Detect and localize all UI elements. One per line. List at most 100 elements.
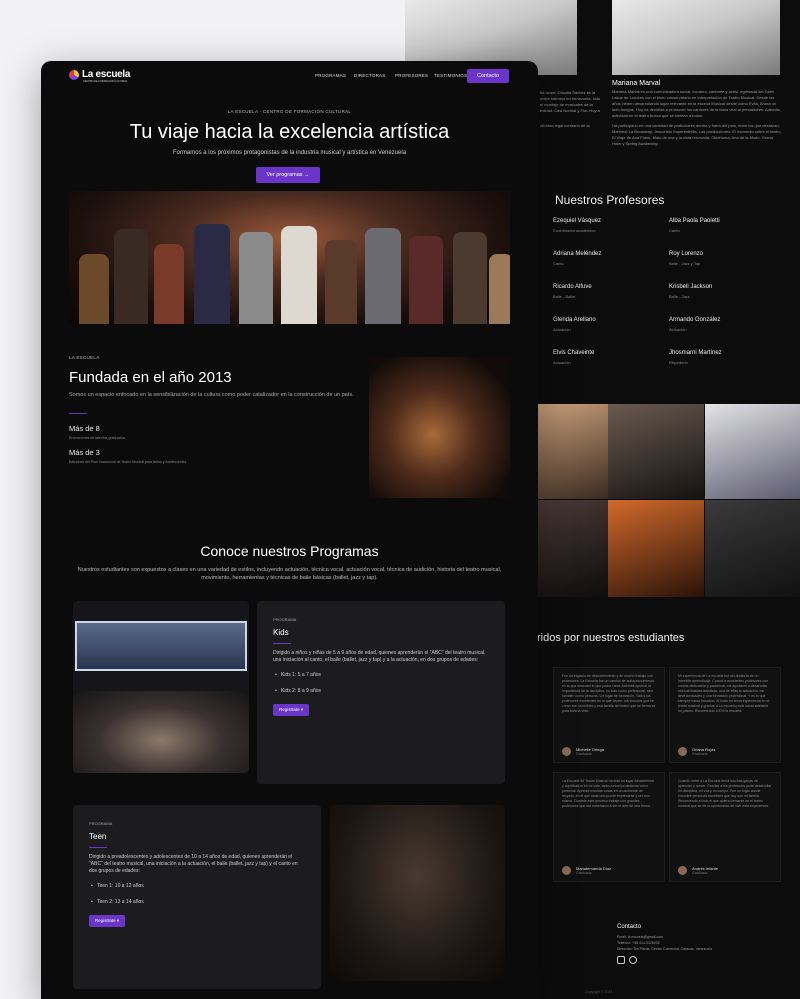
- contact-button[interactable]: Contacto: [467, 69, 509, 83]
- divider: [69, 413, 87, 414]
- founded-text: Somos un espacio enfocado en la sensibil…: [69, 392, 354, 398]
- testimonial-card: Cuando entré a La Escuela tenía muchas g…: [669, 772, 781, 882]
- avatar: [562, 747, 571, 756]
- bio-photo-right: [612, 0, 780, 75]
- contact-title: Contacto: [617, 924, 642, 930]
- nav-item-programas[interactable]: PROGRAMAS: [315, 73, 346, 78]
- testimonial-role: Graduado: [692, 871, 708, 875]
- card-title: Kids: [273, 628, 289, 637]
- testimonial-role: Graduada: [576, 871, 592, 875]
- teacher-name: Alba Paola Paoletti: [669, 218, 720, 224]
- teacher-item: Roy Lorenzo Baile - Jazz y Tap: [669, 251, 779, 266]
- instagram-icon[interactable]: [617, 956, 625, 964]
- gallery-photo: [538, 404, 608, 499]
- testimonial-text: Mi experiencia de La escuela fue sin dud…: [678, 674, 770, 713]
- card-description: Dirigido a preadolescentes y adolescente…: [89, 854, 298, 874]
- gallery-photo: [705, 500, 800, 597]
- founded-image: [369, 357, 510, 498]
- stat-value: Más de 8: [69, 424, 100, 433]
- teacher-role: Coordinador académico: [553, 228, 596, 233]
- card-eyebrow: PROGRAMA: [273, 617, 297, 622]
- copyright: Copyright © 2023: [585, 990, 613, 994]
- teacher-name: Roy Lorenzo: [669, 251, 704, 257]
- bio-text-right: Mariana Marval es una comunicadora socia…: [612, 89, 781, 118]
- founded-title: Fundada en el año 2013: [69, 369, 232, 386]
- contact-address: Dirección: 3ra Planta, Centro Comercial,…: [617, 947, 712, 951]
- divider: [89, 847, 107, 848]
- teacher-role: Actuación: [553, 360, 571, 365]
- bio-text-left: ba Israel, Claudia Sáchez es la mejor ta…: [540, 90, 601, 113]
- testimonial-text: Fue un espacio de descubrimiento y de mu…: [562, 674, 656, 713]
- testimonials-title: ridos por nuestros estudiantes: [537, 632, 685, 644]
- register-button[interactable]: Registrate ▾: [89, 915, 125, 927]
- stat-description: Ediciones del Plan Vacacional de Teatro …: [69, 460, 187, 464]
- teacher-role: Repertorio: [669, 360, 688, 365]
- hero-subtitle: Formamos a los próximos protagonistas de…: [172, 150, 407, 156]
- facebook-icon[interactable]: [629, 956, 637, 964]
- nav-item-testimonios[interactable]: TESTIMONIOS: [434, 73, 467, 78]
- teacher-role: Canto: [669, 228, 680, 233]
- program-card-teen: PROGRAMA Teen Dirigido a preadolescentes…: [73, 805, 321, 989]
- gallery-photo: [608, 404, 704, 499]
- teacher-name: Adriana Meléndez: [553, 251, 602, 257]
- card-title: Teen: [89, 832, 107, 841]
- teacher-item: Ricardo Alfuve Baile - Ballet: [553, 284, 663, 299]
- logo-icon: [69, 69, 79, 80]
- view-programs-button[interactable]: Ver programas →: [256, 167, 320, 183]
- teacher-name: Elvis Chaveinte: [553, 350, 595, 356]
- testimonial-card: La Escuela de Teatro Musical ha sido un …: [553, 772, 665, 882]
- register-button[interactable]: Registrate ▾: [273, 704, 309, 716]
- bio-name: Mariana Marval: [612, 80, 661, 87]
- brand-subtitle: CENTRO DE FORMACIÓN CULTURAL: [83, 80, 128, 83]
- logo[interactable]: La escuela: [69, 69, 130, 80]
- teacher-name: Jhosmarni Martínez: [669, 350, 722, 356]
- teacher-item: Krisbell Jackson Baile - Jazz: [669, 284, 779, 299]
- teacher-name: Krisbell Jackson: [669, 284, 713, 290]
- brand-name: La escuela: [82, 69, 131, 80]
- testimonial-text: Cuando entré a La Escuela tenía muchas g…: [678, 779, 772, 808]
- list-item: Teen 2: 13 a 14 años: [89, 899, 305, 905]
- teacher-role: Baile - Jazz y Tap: [669, 261, 701, 266]
- hero-image: [69, 191, 510, 324]
- testimonial-text: La Escuela de Teatro Musical ha sido un …: [562, 779, 654, 808]
- list-item: Teen 1: 10 a 12 años: [89, 883, 305, 889]
- age-group-list: Kids 1: 5 a 7 años Kids 2: 8 a 9 años: [273, 672, 489, 694]
- testimonial-role: Graduada: [692, 752, 708, 756]
- nav-item-profesores[interactable]: PROFESORES: [395, 73, 428, 78]
- hero-title: Tu viaje hacia la excelencia artística: [129, 121, 450, 143]
- teacher-item: Adriana Meléndez Canto: [553, 251, 663, 266]
- contact-section: Contacto Email: la.escuela@gmail.com Tel…: [617, 924, 712, 964]
- teacher-name: Ricardo Alfuve: [553, 284, 592, 290]
- avatar: [562, 866, 571, 875]
- stat-description: Promociones de talentos graduados: [69, 436, 126, 440]
- navbar: La escuela CENTRO DE FORMACIÓN CULTURAL …: [41, 61, 538, 91]
- teacher-role: Actuación: [553, 327, 571, 332]
- testimonial-card: Mi experiencia de La escuela fue sin dud…: [669, 667, 781, 763]
- avatar: [678, 866, 687, 875]
- age-group-list: Teen 1: 10 a 12 años Teen 2: 13 a 14 año…: [89, 883, 305, 905]
- teachers-title: Nuestros Profesores: [555, 193, 665, 207]
- teacher-role: Baile - Ballet: [553, 294, 576, 299]
- teacher-item: Jhosmarni Martínez Repertorio: [669, 350, 779, 365]
- program-card-kids: PROGRAMA Kids Dirigido a niños y niñas d…: [257, 601, 505, 784]
- teacher-item: Armando González Actuación: [669, 317, 779, 332]
- list-item: Kids 1: 5 a 7 años: [273, 672, 489, 678]
- teacher-role: Actuación: [669, 327, 687, 332]
- bio-text-right-2: Ha participado en una variedad de partic…: [612, 123, 782, 146]
- teacher-item: Ezequiel Vásquez Coordinador académico: [553, 218, 663, 233]
- teacher-name: Armando González: [669, 317, 721, 323]
- teacher-item: Alba Paola Paoletti Canto: [669, 218, 779, 233]
- teacher-name: Ezequiel Vásquez: [553, 218, 602, 224]
- programs-title: Conoce nuestros Programas: [200, 543, 379, 559]
- avatar: [678, 747, 687, 756]
- testimonial-card: Fue un espacio de descubrimiento y de mu…: [553, 667, 665, 763]
- card-eyebrow: PROGRAMA: [89, 821, 113, 826]
- nav-item-directoras[interactable]: DIRECTORAS: [354, 73, 385, 78]
- gallery-photo: [538, 500, 608, 597]
- stat-value: Más de 3: [69, 448, 100, 457]
- bio-text-left-2: ctividad legal contrario de la: [540, 123, 590, 128]
- teen-image: [330, 805, 505, 981]
- teacher-role: Canto: [553, 261, 564, 266]
- divider: [273, 643, 291, 644]
- gallery-photo: [608, 500, 704, 597]
